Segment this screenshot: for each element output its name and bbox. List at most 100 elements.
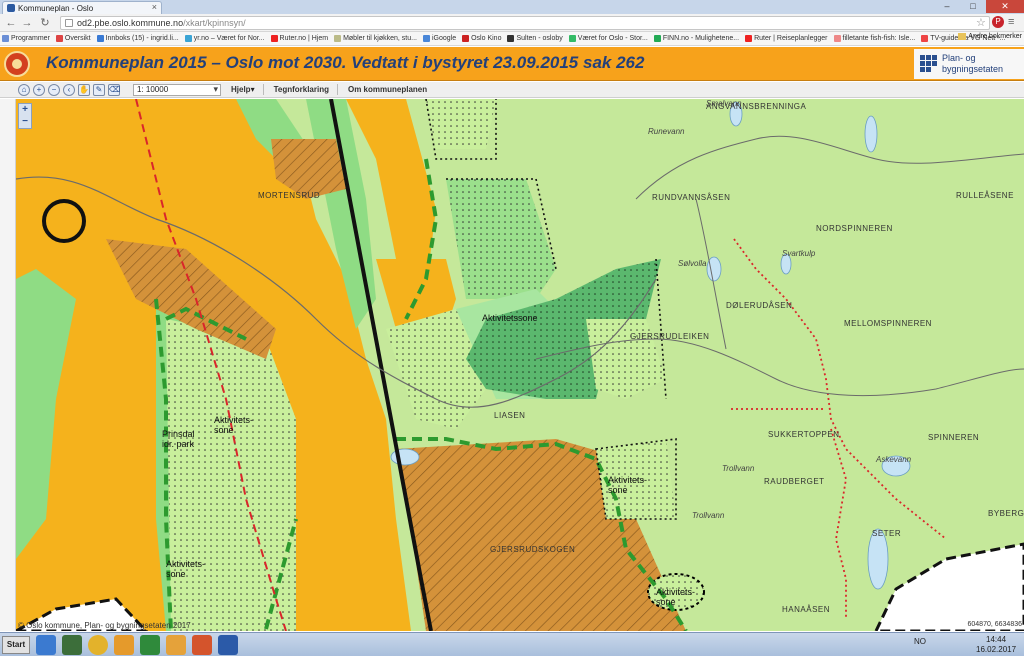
bookmark-favicon-icon	[184, 35, 192, 42]
bookmark-item[interactable]: Været for Oslo - Stor...	[568, 35, 648, 42]
app-header: Kommuneplan 2015 – Oslo mot 2030. Vedtat…	[0, 47, 1024, 81]
bookmark-label: Møbler til kjøkken, stu...	[343, 35, 417, 42]
place-label: SETER	[872, 529, 902, 538]
activity-zone-label: Aktivitetssone	[482, 313, 538, 323]
bookmark-item[interactable]: FINN.no - Mulighetene...	[653, 35, 740, 42]
about-link[interactable]: Om kommuneplanen	[348, 85, 427, 94]
back-icon[interactable]: ←	[4, 16, 18, 30]
clock-time: 14:44	[986, 635, 1007, 644]
activity-zone-area	[426, 99, 496, 149]
reload-icon[interactable]: ↻	[38, 16, 52, 30]
bookmark-favicon-icon	[270, 35, 278, 42]
chrome-icon[interactable]	[88, 635, 108, 655]
browser-tab-bar: Kommuneplan - Oslo × – □ ✕	[0, 0, 1024, 14]
start-button[interactable]: Start	[2, 636, 30, 654]
page-info-icon[interactable]	[65, 19, 73, 27]
cursor-coordinates: 604870, 6634836	[967, 621, 1023, 628]
map-canvas[interactable]: ANGVANNSBRENNINGA Smalvann Runevann RUND…	[16, 99, 1024, 631]
place-label: NORDSPINNEREN	[816, 224, 893, 233]
bookmark-favicon-icon	[921, 35, 929, 42]
pinterest-extension-icon[interactable]: P	[992, 16, 1004, 28]
other-bookmarks[interactable]: Andre bokmerker	[958, 33, 1022, 40]
pbe-logo-icon	[920, 55, 938, 73]
bookmark-item[interactable]: Innboks (15) - ingrid.li...	[96, 35, 179, 42]
minimize-icon[interactable]: –	[934, 0, 960, 13]
internet-explorer-icon[interactable]	[36, 635, 56, 655]
place-label: RAUDBERGET	[764, 477, 825, 486]
place-label: SPINNEREN	[928, 433, 980, 442]
place-label: RUNDVANNSÅSEN	[652, 193, 731, 202]
bookmark-star-icon[interactable]: ☆	[976, 16, 986, 29]
bookmark-item[interactable]: Ruter.no | Hjem	[270, 35, 328, 42]
other-bookmarks-label: Andre bokmerker	[968, 33, 1022, 40]
forward-icon[interactable]: →	[20, 16, 34, 30]
powerpoint-icon[interactable]	[192, 635, 212, 655]
bookmark-label: Programmer	[11, 35, 50, 42]
bookmark-label: Været for Oslo - Stor...	[577, 35, 648, 42]
bookmark-item[interactable]: iGoogle	[422, 35, 457, 42]
zoom-previous-icon[interactable]: ‹	[63, 83, 75, 96]
place-label: GJERSRUDSKOGEN	[490, 545, 576, 554]
bookmark-item[interactable]: yr.no – Været for Nor...	[184, 35, 265, 42]
place-label: BYBERG	[988, 509, 1024, 518]
agency-name-line1: Plan- og	[942, 53, 976, 63]
bookmark-favicon-icon	[507, 35, 515, 42]
zoom-in-button[interactable]: +	[19, 104, 31, 116]
bookmark-item[interactable]: Ruter | Reiseplanlegger	[745, 35, 828, 42]
bookmark-label: FINN.no - Mulighetene...	[662, 35, 740, 42]
folder-icon	[958, 33, 967, 40]
oslo-kommune-logo-icon	[4, 51, 30, 77]
activity-zone-label: Aktivitets-sone	[656, 587, 696, 607]
outlook-icon[interactable]	[114, 635, 134, 655]
bookmark-item[interactable]: Oversikt	[55, 35, 91, 42]
agency-logo[interactable]: Plan- og bygningsetaten	[914, 49, 1024, 79]
folder-icon[interactable]	[166, 635, 186, 655]
bookmark-favicon-icon	[422, 35, 430, 42]
bookmark-item[interactable]: Sulten - osloby	[507, 35, 563, 42]
browser-menu-icon[interactable]: ≡	[1008, 16, 1014, 28]
bookmark-label: filletante fish-fish: Isle...	[842, 35, 916, 42]
window-controls: – □ ✕	[934, 0, 1024, 14]
maximize-icon[interactable]: □	[960, 0, 986, 13]
zoom-in-icon[interactable]: +	[33, 83, 45, 96]
word-icon[interactable]	[218, 635, 238, 655]
pan-hand-icon[interactable]: ✋	[78, 83, 90, 96]
eraser-icon[interactable]: ⌫	[108, 83, 120, 96]
bookmark-item[interactable]: filletante fish-fish: Isle...	[833, 35, 916, 42]
page-title: Kommuneplan 2015 – Oslo mot 2030. Vedtat…	[46, 53, 645, 72]
url-input[interactable]: od2.pbe.oslo.kommune.no/xkart/kpinnsyn/	[60, 16, 990, 30]
close-tab-icon[interactable]: ×	[152, 2, 157, 12]
lake	[867, 528, 889, 590]
home-extent-icon[interactable]: ⌂	[18, 83, 30, 96]
browser-tab[interactable]: Kommuneplan - Oslo ×	[2, 1, 162, 14]
bookmark-item[interactable]: Programmer	[2, 35, 50, 42]
map-toolbar: ⌂ + − ‹ ✋ ✎ ⌫ 1: 10000 Hjelp▾ Tegnforkla…	[0, 82, 1024, 98]
place-label: MELLOMSPINNEREN	[844, 319, 932, 328]
bookmark-item[interactable]: Møbler til kjøkken, stu...	[334, 35, 417, 42]
close-window-icon[interactable]: ✕	[986, 0, 1024, 13]
url-path: /xkart/kpinnsyn/	[183, 18, 246, 28]
terminal-icon[interactable]	[62, 635, 82, 655]
bookmark-favicon-icon	[653, 35, 661, 42]
windows-taskbar: Start NO 14:44 16.02.2017	[0, 632, 1024, 656]
activity-zone-label: Aktivitets-sone	[166, 559, 206, 579]
measure-icon[interactable]: ✎	[93, 83, 105, 96]
map-copyright: © Oslo kommune, Plan- og bygningsetaten …	[18, 621, 191, 630]
excel-icon[interactable]	[140, 635, 160, 655]
bookmark-item[interactable]: Oslo Kino	[462, 35, 501, 42]
scale-select[interactable]: 1: 10000	[133, 83, 221, 96]
activity-zone-label: Aktivitets-sone	[214, 415, 254, 435]
zoom-out-button[interactable]: −	[19, 116, 31, 128]
zoom-out-icon[interactable]: −	[48, 83, 60, 96]
chevron-down-icon: ▾	[250, 85, 255, 94]
bookmark-label: iGoogle	[431, 35, 457, 42]
bookmarks-bar: Programmer Oversikt Innboks (15) - ingrid.…	[0, 32, 1024, 46]
place-label: Svartkulp	[782, 249, 816, 258]
system-clock[interactable]: 14:44 16.02.2017	[976, 635, 1016, 655]
place-label: HANAÅSEN	[782, 605, 831, 614]
place-label: Sølvolla	[678, 259, 707, 268]
legend-link[interactable]: Tegnforklaring	[274, 85, 329, 94]
help-menu[interactable]: Hjelp	[231, 85, 251, 94]
place-label: Askevann	[876, 455, 912, 464]
language-indicator[interactable]: NO	[914, 637, 926, 646]
